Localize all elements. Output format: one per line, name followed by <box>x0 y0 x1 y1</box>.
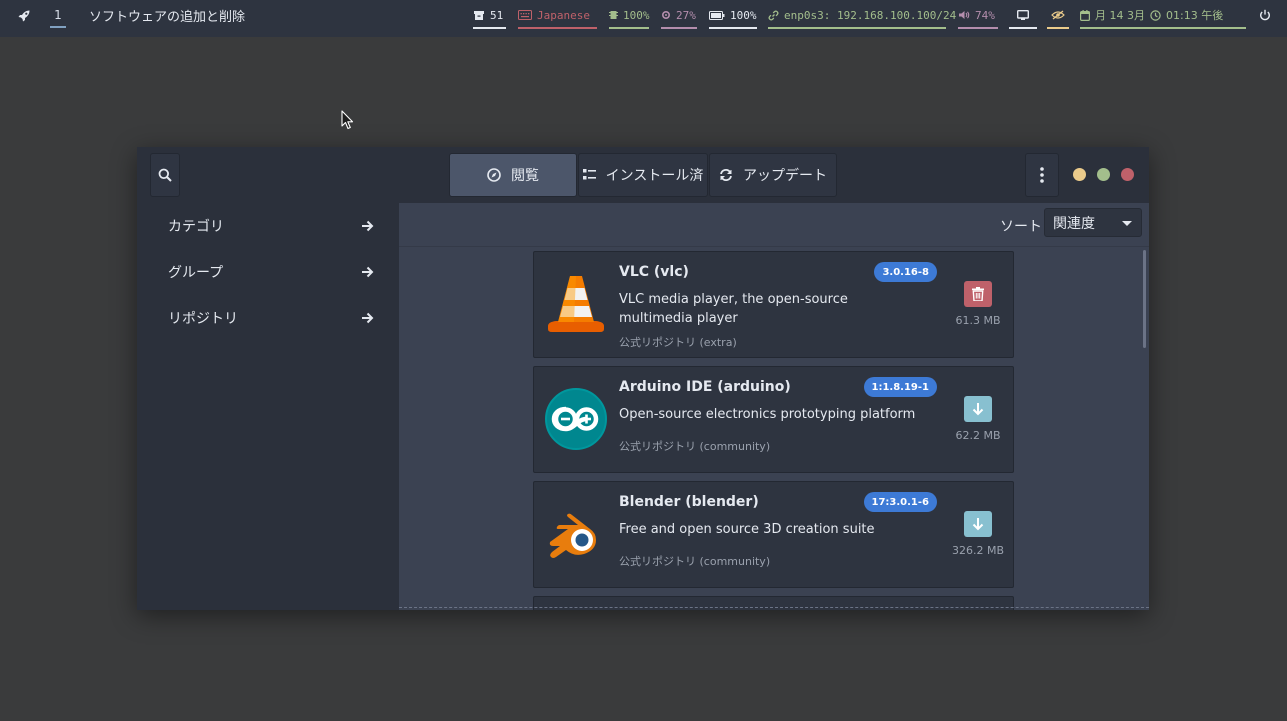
version-badge: 1:1.8.19-1 <box>863 377 937 397</box>
minimize-button[interactable] <box>1073 168 1086 181</box>
rocket-launcher-icon[interactable] <box>16 8 32 24</box>
header-bar: 閲覧 インストール済 アップデート <box>137 147 1149 203</box>
arrow-right-icon <box>362 312 374 324</box>
refresh-icon <box>720 169 732 181</box>
arduino-icon <box>545 388 607 450</box>
package-repository: 公式リポジトリ (community) <box>619 555 771 568</box>
active-window-title: ソフトウェアの追加と削除 <box>89 9 246 25</box>
package-name: VLC (vlc) <box>619 264 689 280</box>
updates-count: 51 <box>490 8 504 22</box>
download-arrow-icon <box>972 518 984 531</box>
vlc-icon <box>548 276 604 332</box>
cpu-icon <box>661 10 671 20</box>
search-icon <box>158 168 172 182</box>
trash-icon <box>972 287 984 301</box>
version-badge: 17:3.0.1-6 <box>863 492 937 512</box>
date-label: 月 14 3月 <box>1095 9 1145 22</box>
software-manager-window: 閲覧 インストール済 アップデート カテゴリ グループ リポジトリ ソート 関連… <box>137 147 1149 610</box>
sort-dropdown-value: 関連度 <box>1053 215 1095 232</box>
mouse-cursor-icon <box>341 110 354 130</box>
sidebar-item-repositories[interactable]: リポジトリ <box>168 306 374 330</box>
battery-level: 100% <box>730 8 757 22</box>
package-repository: 公式リポジトリ (community) <box>619 440 771 453</box>
tab-installed[interactable]: インストール済 <box>578 153 708 197</box>
package-description: Free and open source 3D creation suite <box>619 522 875 537</box>
divider <box>399 246 1149 247</box>
blender-icon <box>549 513 596 558</box>
package-icon <box>474 10 484 20</box>
arrow-right-icon <box>362 220 374 232</box>
power-icon[interactable] <box>1259 9 1271 21</box>
memory-chip-icon <box>609 11 618 19</box>
speaker-icon <box>959 11 970 19</box>
maximize-button[interactable] <box>1097 168 1110 181</box>
package-description: Open-source electronics prototyping plat… <box>619 407 916 422</box>
volume-module[interactable]: 74% <box>958 0 998 30</box>
battery-module[interactable]: 100% <box>709 0 757 30</box>
sidebar-item-label: リポジトリ <box>168 311 238 327</box>
package-list-area: ソート 関連度 VLC (vlc) 3.0.16-8 VLC media pla… <box>399 203 1149 610</box>
keyboard-layout-module[interactable]: Japanese <box>518 0 597 30</box>
sidebar-item-categories[interactable]: カテゴリ <box>168 214 374 238</box>
keyboard-icon <box>518 10 532 20</box>
network-module[interactable]: enp0s3: 192.168.100.100/24 <box>768 0 956 30</box>
workspace-active-underline <box>50 26 66 28</box>
tab-installed-label: インストール済 <box>605 168 704 184</box>
package-size: 61.3 MB <box>955 314 1001 327</box>
keyboard-layout-label: Japanese <box>537 8 590 22</box>
idle-inhibitor-module[interactable] <box>1047 0 1069 30</box>
close-button[interactable] <box>1121 168 1134 181</box>
network-address: enp0s3: 192.168.100.100/24 <box>784 8 957 22</box>
monitor-icon <box>1017 9 1029 20</box>
memory-module[interactable]: 100% <box>609 0 650 30</box>
compass-icon <box>487 168 501 182</box>
memory-usage: 100% <box>623 8 650 22</box>
time-label: 01:13 午後 <box>1166 9 1224 22</box>
clock-icon <box>1150 9 1161 21</box>
package-description: VLC media player, the open-source multim… <box>619 292 848 326</box>
tab-browse-label: 閲覧 <box>511 168 539 184</box>
kebab-menu-icon <box>1040 167 1044 183</box>
install-button[interactable] <box>964 396 992 422</box>
sidebar-item-groups[interactable]: グループ <box>168 260 374 284</box>
display-module[interactable] <box>1009 0 1037 30</box>
updates-module[interactable]: 51 <box>473 0 506 30</box>
list-bottom-edge <box>399 607 1149 608</box>
sidebar-item-label: グループ <box>168 265 224 281</box>
sidebar-item-label: カテゴリ <box>168 219 224 235</box>
tab-browse[interactable]: 閲覧 <box>449 153 577 197</box>
top-panel: 1 ソフトウェアの追加と削除 51 Japanese 100% 27% 100%… <box>0 0 1287 37</box>
cpu-usage: 27% <box>676 8 696 22</box>
sort-label: ソート <box>1000 219 1042 235</box>
search-toggle-button[interactable] <box>150 153 180 197</box>
arrow-right-icon <box>362 266 374 278</box>
chevron-down-icon <box>1122 221 1132 226</box>
package-size: 326.2 MB <box>951 544 1005 557</box>
cpu-module[interactable]: 27% <box>661 0 697 30</box>
remove-button[interactable] <box>964 281 992 307</box>
volume-level: 74% <box>975 8 995 22</box>
link-icon <box>768 10 779 20</box>
clock-module[interactable]: 月 14 3月 01:13 午後 <box>1080 0 1246 30</box>
package-name: Blender (blender) <box>619 494 759 510</box>
package-size: 62.2 MB <box>955 429 1001 442</box>
version-badge: 3.0.16-8 <box>874 262 937 282</box>
tab-updates[interactable]: アップデート <box>709 153 837 197</box>
package-repository: 公式リポジトリ (extra) <box>619 336 737 349</box>
package-name: Arduino IDE (arduino) <box>619 379 791 395</box>
menu-button[interactable] <box>1025 153 1059 197</box>
tab-updates-label: アップデート <box>743 168 827 184</box>
battery-icon <box>709 10 725 20</box>
scrollbar-thumb[interactable] <box>1143 250 1146 348</box>
calendar-icon <box>1080 9 1090 21</box>
package-card-vlc[interactable]: VLC (vlc) 3.0.16-8 VLC media player, the… <box>533 251 1014 358</box>
package-card-blender[interactable]: Blender (blender) 17:3.0.1-6 Free and op… <box>533 481 1014 588</box>
eye-slash-icon <box>1051 10 1065 20</box>
install-button[interactable] <box>964 511 992 537</box>
list-icon <box>582 169 596 180</box>
sidebar: カテゴリ グループ リポジトリ <box>137 203 399 610</box>
sort-dropdown[interactable]: 関連度 <box>1044 208 1142 237</box>
package-card-arduino[interactable]: Arduino IDE (arduino) 1:1.8.19-1 Open-so… <box>533 366 1014 473</box>
download-arrow-icon <box>972 403 984 416</box>
